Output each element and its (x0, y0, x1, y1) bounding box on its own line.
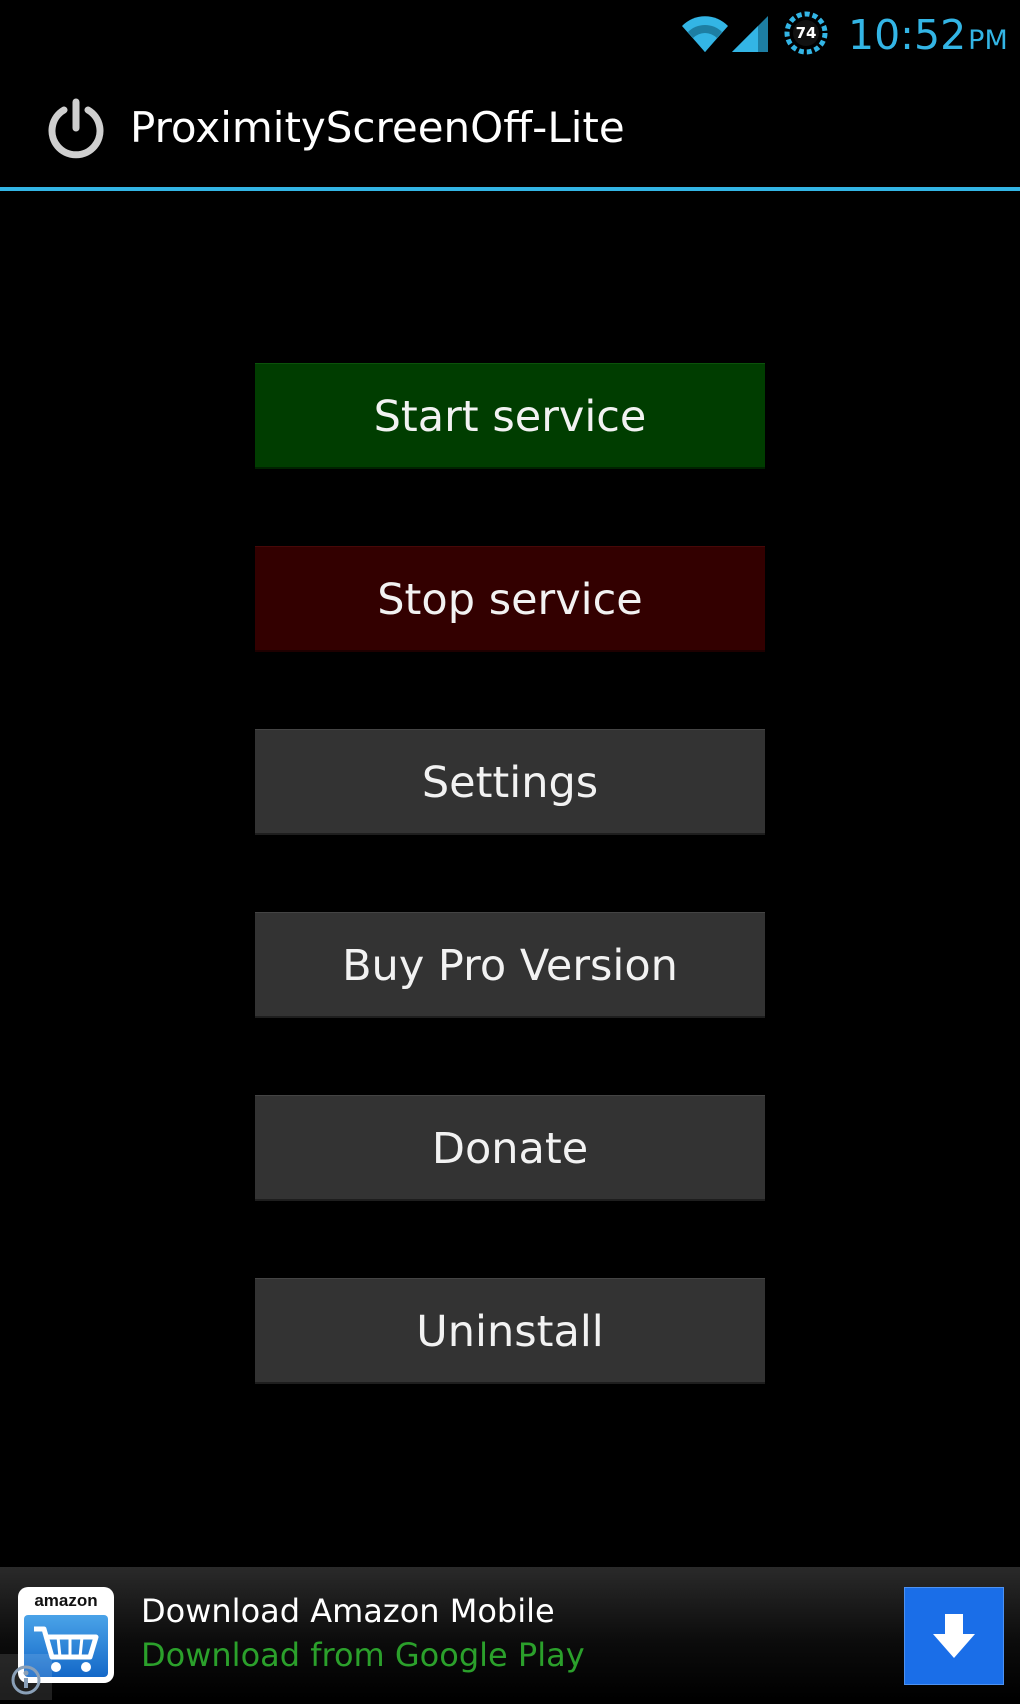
ad-subtitle[interactable]: Download from Google Play (141, 1633, 585, 1677)
battery-level: 74 (795, 24, 817, 42)
clock-ampm: PM (968, 25, 1008, 56)
download-arrow-icon (933, 1614, 975, 1658)
ad-download-button[interactable] (904, 1587, 1004, 1685)
info-icon (11, 1665, 41, 1695)
donate-button[interactable]: Donate (255, 1095, 765, 1201)
settings-button[interactable]: Settings (255, 729, 765, 835)
power-icon[interactable] (44, 96, 108, 160)
ad-title[interactable]: Download Amazon Mobile (141, 1589, 555, 1633)
clock-time: 10:52 (848, 11, 967, 59)
signal-icon (732, 16, 768, 52)
amazon-logo-text: amazon (34, 1591, 98, 1610)
ad-info-button[interactable] (0, 1654, 52, 1700)
status-bar: 74 10:52PM (0, 0, 1020, 66)
stop-service-button[interactable]: Stop service (255, 546, 765, 652)
wifi-icon (682, 16, 728, 52)
action-bar-divider (0, 187, 1020, 191)
uninstall-button[interactable]: Uninstall (255, 1278, 765, 1384)
status-clock: 10:52PM (848, 10, 1008, 60)
app-title: ProximityScreenOff-Lite (130, 103, 625, 152)
buy-pro-version-button[interactable]: Buy Pro Version (255, 912, 765, 1018)
action-bar: ProximityScreenOff-Lite (0, 66, 1020, 188)
start-service-button[interactable]: Start service (255, 363, 765, 469)
ad-banner[interactable]: amazon Download Amazon Mobile Download f… (0, 1567, 1020, 1700)
main-button-list: Start service Stop service Settings Buy … (255, 363, 765, 1461)
